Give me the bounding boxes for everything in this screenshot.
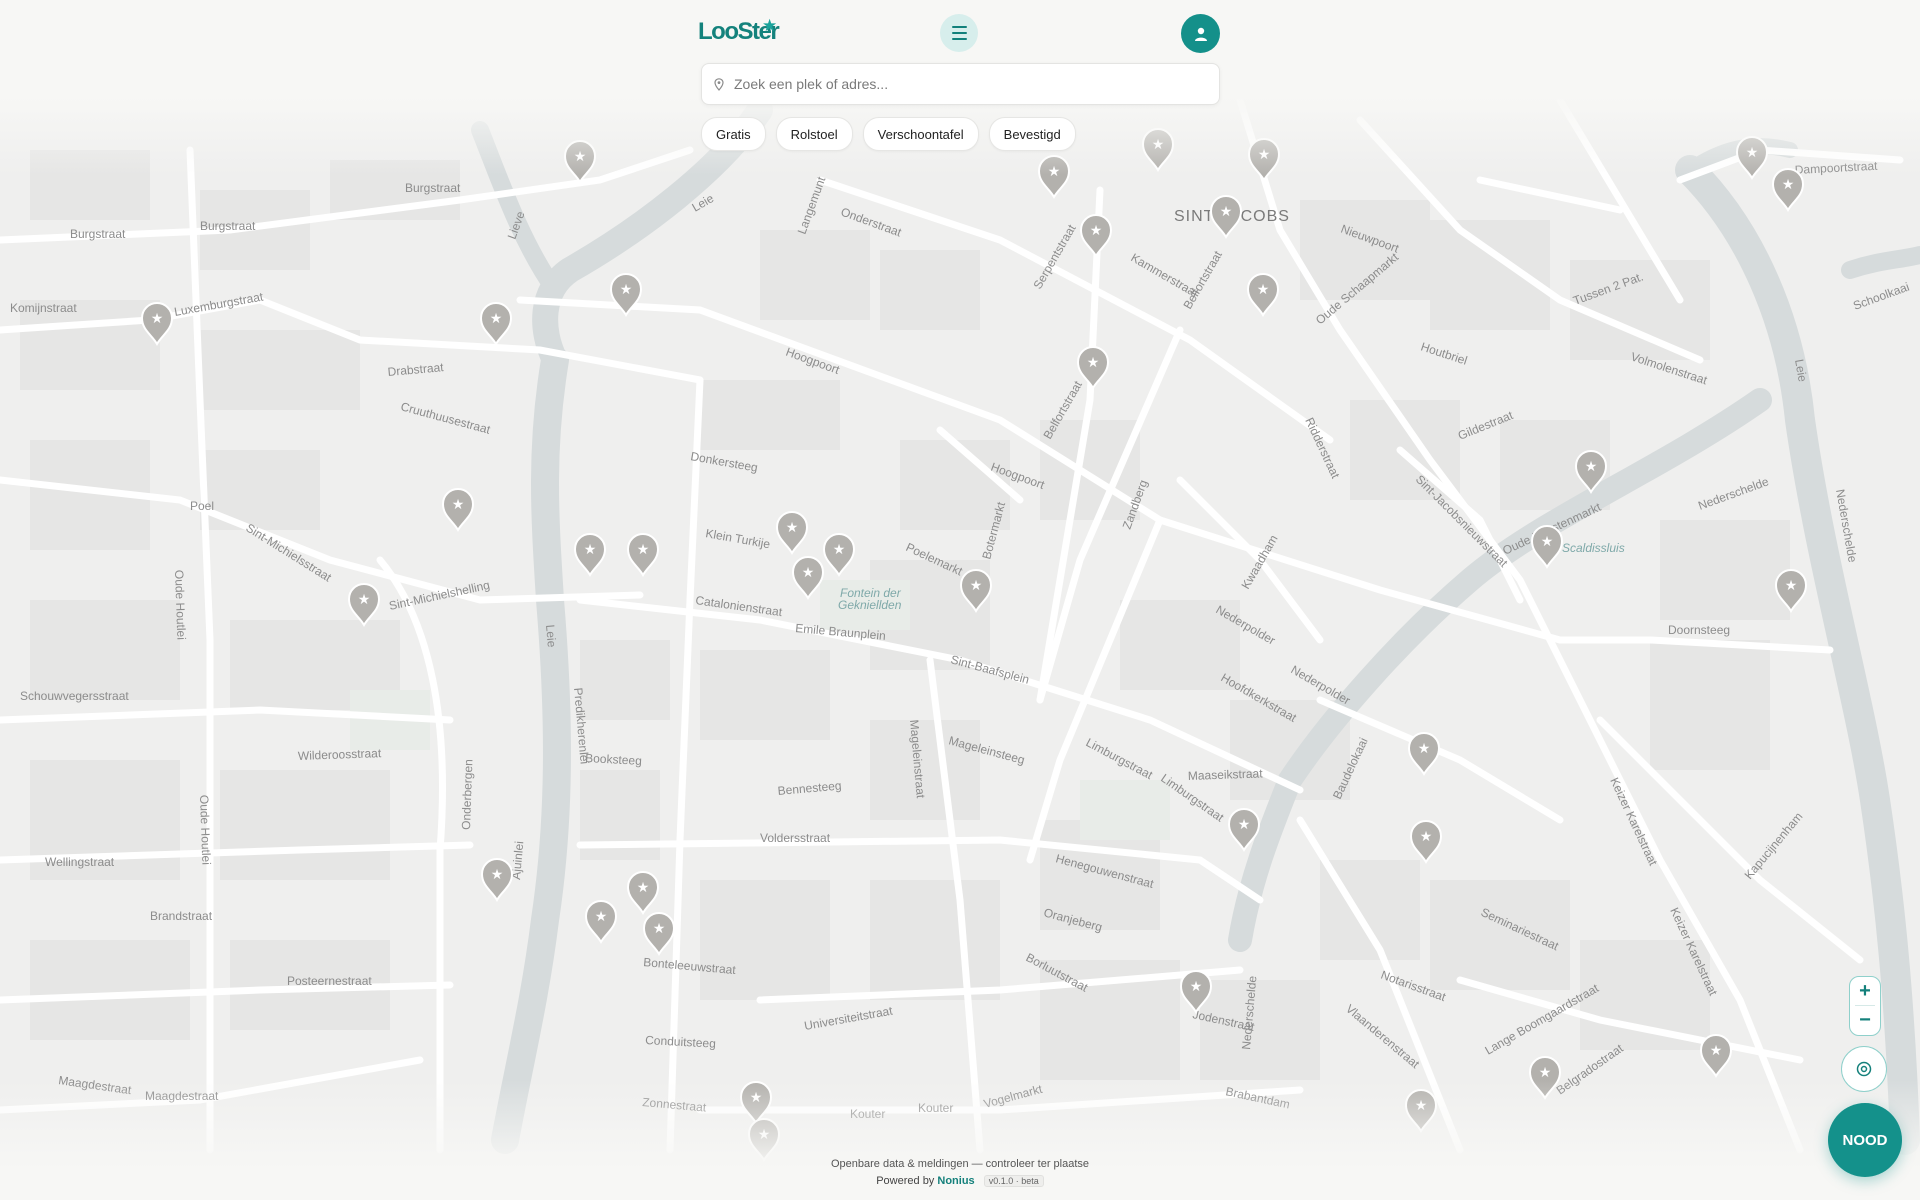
star-icon: ★ (1087, 355, 1100, 371)
user-icon (1194, 27, 1207, 41)
star-icon: ★ (574, 149, 587, 165)
street-label: Maaseikstraat (1188, 766, 1264, 783)
app-logo[interactable]: LooSter ★ (698, 16, 780, 54)
star-icon: ★ (1746, 145, 1759, 161)
street-label: Burgstraat (200, 219, 256, 233)
star-icon: ★ (802, 565, 815, 581)
star-icon: ★ (1258, 147, 1271, 163)
street-label: Doornsteeg (1668, 623, 1730, 637)
street-label: Wilderoosstraat (298, 746, 382, 763)
star-icon: ★ (1585, 459, 1598, 475)
star-icon: ★ (1190, 979, 1203, 995)
street-label: Wellingstraat (45, 855, 115, 869)
street-label: Komijnstraat (10, 301, 77, 315)
star-icon: ★ (452, 497, 465, 513)
filter-chips: Gratis Rolstoel Verschoontafel Bevestigd (701, 117, 1076, 151)
location-pin-icon (714, 77, 728, 91)
filter-chip-bevestigd[interactable]: Bevestigd (988, 117, 1076, 151)
star-icon: ★ (653, 921, 666, 937)
street-label: Onderbergen (459, 759, 475, 830)
version-badge: v0.1.0 · beta (983, 1175, 1044, 1187)
menu-button[interactable] (940, 14, 978, 52)
star-icon: ★ (1090, 223, 1103, 239)
star-icon: ★ (491, 867, 504, 883)
hamburger-icon (951, 24, 967, 42)
filter-chip-gratis[interactable]: Gratis (701, 117, 766, 151)
street-label: Oude Houtlei (172, 570, 188, 640)
street-label: Voldersstraat (760, 831, 831, 845)
star-icon: ★ (637, 542, 650, 558)
star-icon: ★ (1238, 817, 1251, 833)
city-map[interactable]: Burgstraat Burgstraat Burgstraat Komijns… (0, 0, 1920, 1200)
star-icon: ★ (1541, 534, 1554, 550)
star-icon: ★ (1415, 1098, 1428, 1114)
zoom-control: + − (1849, 976, 1881, 1036)
star-icon: ★ (1785, 578, 1798, 594)
star-icon: ★ (750, 1090, 763, 1106)
star-icon: ★ (584, 542, 597, 558)
disclaimer-text: Openbare data & meldingen — controleer t… (830, 1158, 1090, 1170)
filter-chip-rolstoel[interactable]: Rolstoel (775, 117, 853, 151)
search-bar[interactable] (701, 63, 1220, 105)
street-label: Brandstraat (150, 909, 213, 923)
star-icon: ★ (833, 542, 846, 558)
poi-label-scaldissluis: Scaldissluis (1562, 541, 1625, 555)
star-icon: ★ (1048, 164, 1061, 180)
star-icon: ★ (1420, 829, 1433, 845)
star-icon: ★ (151, 311, 164, 327)
star-icon: ★ (762, 16, 778, 35)
filter-chip-verschoontafel[interactable]: Verschoontafel (862, 117, 979, 151)
street-label: Burgstraat (70, 227, 126, 241)
street-label: Kouter (850, 1107, 885, 1121)
star-icon: ★ (358, 592, 371, 608)
search-input[interactable] (732, 75, 1206, 93)
street-label: Schouwvegersstraat (20, 689, 129, 703)
star-icon: ★ (786, 520, 799, 536)
star-icon: ★ (1220, 204, 1233, 220)
street-label: Leie (543, 624, 559, 648)
street-label: Posteernestraat (287, 974, 372, 988)
star-icon: ★ (490, 311, 503, 327)
poi-label-fountain: Gekniellden (838, 598, 902, 612)
street-label: Poel (190, 499, 214, 513)
star-icon: ★ (1418, 741, 1431, 757)
star-icon: ★ (1710, 1043, 1723, 1059)
star-icon: ★ (1782, 177, 1795, 193)
profile-button[interactable] (1181, 14, 1220, 53)
star-icon: ★ (758, 1127, 771, 1143)
star-icon: ★ (637, 880, 650, 896)
street-label: Maagdestraat (145, 1089, 219, 1103)
star-icon: ★ (1539, 1065, 1552, 1081)
star-icon: ★ (1152, 137, 1165, 153)
star-icon: ★ (1257, 282, 1270, 298)
zoom-out-button[interactable]: − (1850, 1006, 1880, 1034)
street-label: Kouter (918, 1101, 953, 1115)
powered-by-label: Powered by (876, 1175, 935, 1187)
star-icon: ★ (595, 909, 608, 925)
locate-target-icon (1856, 1061, 1872, 1077)
street-label: Booksteeg (585, 751, 642, 768)
footer: Openbare data & meldingen — controleer t… (0, 1158, 1920, 1187)
star-icon: ★ (620, 282, 633, 298)
zoom-in-button[interactable]: + (1850, 977, 1880, 1005)
nonius-link[interactable]: Nonius (937, 1175, 974, 1187)
star-icon: ★ (970, 578, 983, 594)
street-label: Oude Houtlei (197, 795, 213, 865)
locate-button[interactable] (1841, 1046, 1887, 1092)
street-label: Burgstraat (405, 181, 461, 195)
powered-by: Powered by Nonius v0.1.0 · beta (0, 1175, 1920, 1187)
